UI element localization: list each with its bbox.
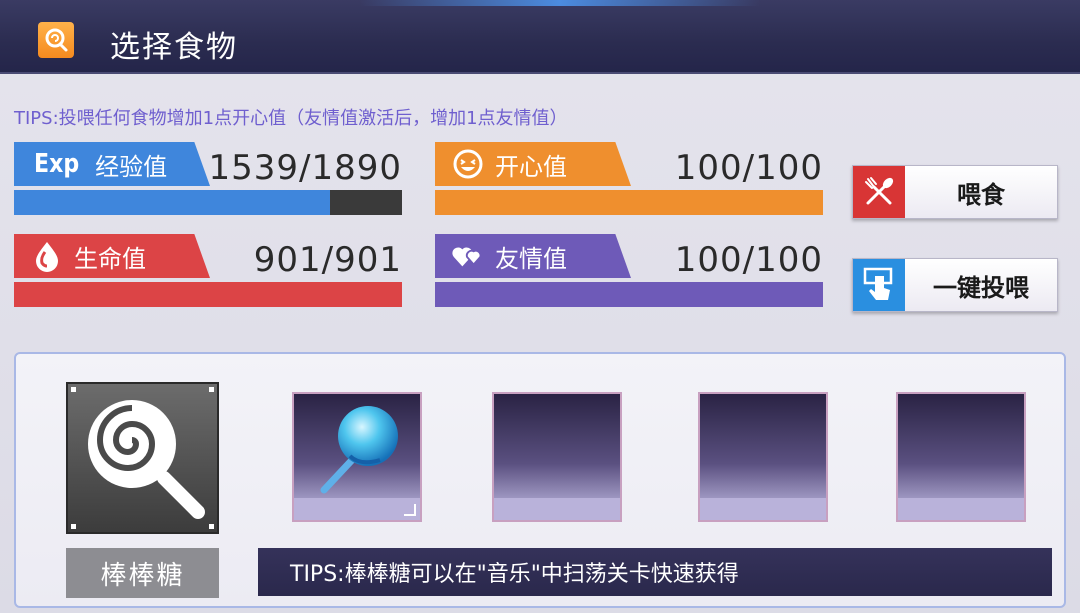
happy-value: 100/100 (674, 148, 823, 188)
friendship-label: 友情值 (495, 244, 567, 273)
exp-label: 经验值 (95, 152, 168, 181)
smile-icon (451, 147, 485, 181)
happy-bar (435, 190, 823, 215)
hp-bar (14, 282, 402, 307)
friendship-tag: 友情值 (435, 234, 631, 278)
food-slot[interactable] (492, 392, 622, 522)
hp-stat: 生命值 901/901 (14, 234, 402, 310)
selected-food-image (66, 382, 219, 534)
blue-lollipop-icon (320, 406, 398, 494)
one-click-feed-button[interactable]: 一键投喂 (852, 258, 1058, 312)
slot-base (898, 498, 1024, 520)
selected-food-name: 棒棒糖 (66, 548, 219, 598)
tap-hand-icon (853, 259, 905, 311)
food-slot[interactable] (292, 392, 422, 522)
blood-drop-icon (30, 239, 64, 273)
friendship-value: 100/100 (674, 240, 823, 280)
feed-button[interactable]: 喂食 (852, 165, 1058, 219)
friendship-bar-fill (435, 282, 823, 307)
hp-bar-fill (14, 282, 402, 307)
happy-tag: 开心值 (435, 142, 631, 186)
happy-label: 开心值 (495, 152, 567, 181)
hp-label: 生命值 (74, 244, 146, 273)
exp-prefix: Exp (33, 149, 80, 179)
tips-text: TIPS:投喂任何食物增加1点开心值（友情值激活后，增加1点友情值） (14, 108, 568, 129)
food-slot[interactable] (698, 392, 828, 522)
hp-value: 901/901 (253, 240, 402, 280)
header-bar: 选择食物 (0, 0, 1080, 74)
food-slot[interactable] (896, 392, 1026, 522)
hp-tag: 生命值 (14, 234, 210, 278)
slot-base (700, 498, 826, 520)
exp-bar (14, 190, 402, 215)
happy-stat: 开心值 100/100 (435, 142, 823, 218)
happy-bar-fill (435, 190, 823, 215)
slot-corner-mark (404, 504, 416, 516)
exp-bar-fill (14, 190, 330, 215)
fork-spoon-icon (853, 166, 905, 218)
lollipop-icon (88, 400, 205, 519)
one-click-feed-label: 一键投喂 (933, 273, 1029, 302)
exp-tag: Exp 经验值 (14, 142, 210, 186)
friendship-stat: 友情值 100/100 (435, 234, 823, 310)
exp-value: 1539/1890 (208, 148, 402, 188)
feed-button-label: 喂食 (957, 180, 1005, 209)
header-glow (360, 0, 760, 6)
food-source-tip: TIPS:棒棒糖可以在"音乐"中扫荡关卡快速获得 (258, 548, 1052, 596)
lollipop-icon (38, 22, 74, 58)
friendship-bar (435, 282, 823, 307)
exp-stat: Exp 经验值 1539/1890 (14, 142, 402, 218)
slot-base (494, 498, 620, 520)
hearts-icon (451, 239, 485, 273)
page-title: 选择食物 (110, 30, 238, 65)
